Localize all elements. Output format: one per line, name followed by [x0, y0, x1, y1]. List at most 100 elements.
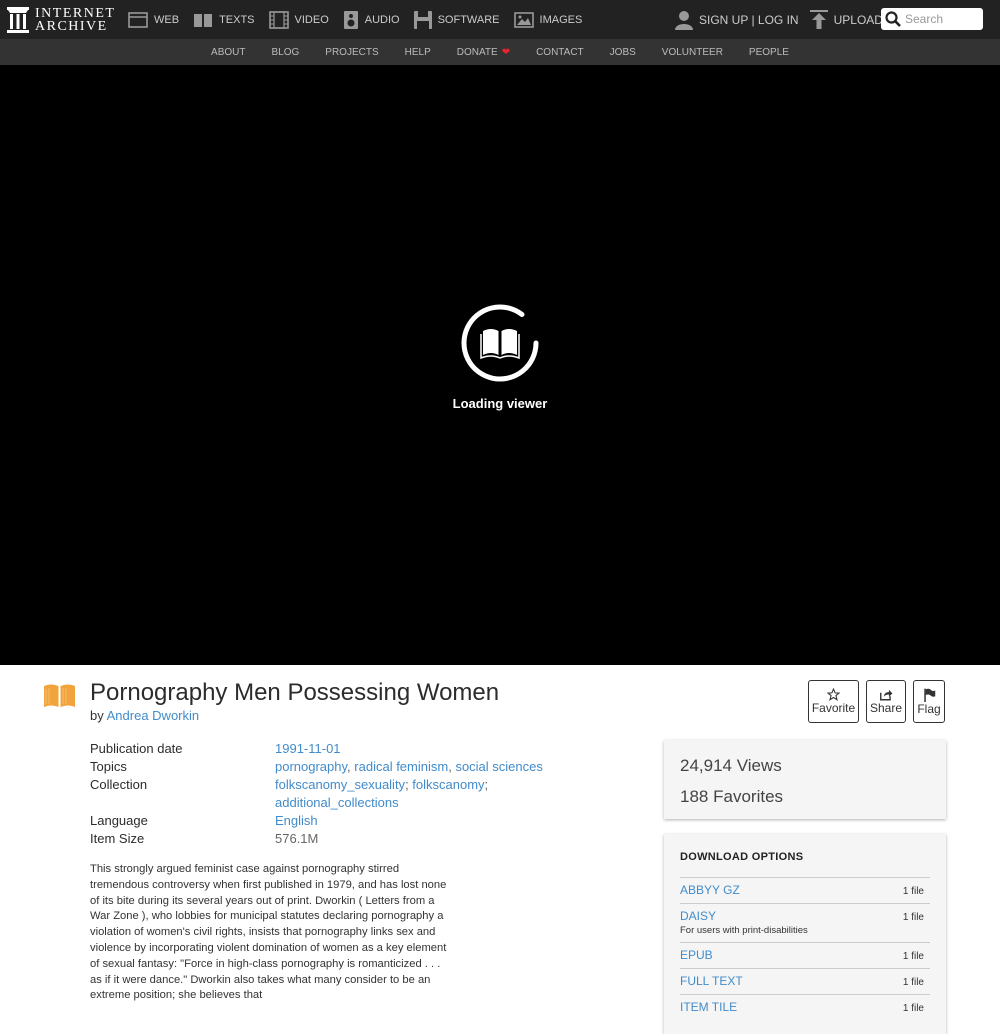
book-viewer[interactable]: Loading viewer — [0, 65, 1000, 665]
nav-web-label: WEB — [154, 13, 180, 26]
collection-label: Collection — [90, 777, 148, 792]
download-row: ABBYY GZ 1 file — [680, 877, 930, 903]
subnav-blog-label: BLOG — [271, 46, 300, 58]
subnav-about-label: ABOUT — [211, 46, 246, 58]
download-link[interactable]: DAISY — [680, 909, 930, 923]
file-count[interactable]: 1 file — [903, 886, 924, 897]
user-area: SIGN UP | LOG IN UPLOAD — [675, 0, 894, 39]
download-link[interactable]: FULL TEXT — [680, 974, 930, 988]
download-row: EPUB 1 file — [680, 942, 930, 968]
language-label: Language — [90, 813, 148, 828]
nav-texts-label: TEXTS — [219, 13, 255, 26]
internet-archive-logo[interactable]: INTERNET ARCHIVE — [7, 5, 115, 35]
flag-icon — [923, 688, 935, 702]
share-icon — [880, 689, 893, 701]
secondary-nav: ABOUT BLOG PROJECTS HELP DONATE ❤ CONTACT… — [0, 39, 1000, 65]
nav-images-label: IMAGES — [539, 13, 583, 26]
topic-link[interactable]: pornography — [275, 759, 347, 774]
meta-row-language: Language English — [90, 812, 570, 830]
subnav-contact-label: CONTACT — [536, 46, 584, 58]
topics-list: pornography, radical feminism, social sc… — [275, 759, 543, 774]
logo-line-2: ARCHIVE — [35, 19, 108, 34]
loading-text: Loading viewer — [452, 396, 548, 411]
nav-software[interactable]: SOFTWARE — [413, 10, 500, 29]
subnav-jobs[interactable]: JOBS — [610, 47, 636, 58]
subnav-about[interactable]: ABOUT — [211, 47, 245, 58]
subnav-contact[interactable]: CONTACT — [536, 47, 584, 58]
subnav-volunteer[interactable]: VOLUNTEER — [662, 47, 723, 58]
nav-video[interactable]: VIDEO — [268, 10, 329, 29]
download-link[interactable]: EPUB — [680, 948, 930, 962]
nav-web[interactable]: WEB — [128, 11, 180, 28]
search-box[interactable] — [881, 8, 983, 30]
favorites-count: 188 — [680, 787, 709, 806]
download-note: For users with print-disabilities — [680, 925, 808, 936]
file-count[interactable]: 1 file — [903, 951, 924, 962]
item-metadata: Publication date 1991-11-01 Topics porno… — [90, 740, 570, 848]
nav-images[interactable]: IMAGES — [513, 11, 583, 28]
nav-software-label: SOFTWARE — [437, 13, 500, 26]
download-row: FULL TEXT 1 file — [680, 968, 930, 994]
download-link[interactable]: ITEM TILE — [680, 1000, 930, 1014]
collection-link[interactable]: additional_collections — [275, 795, 399, 810]
media-menu: WEB TEXTS VIDEO AUDIO SOFTWARE IMAGES — [128, 0, 596, 39]
signup-login-label: SIGN UP | LOG IN — [699, 12, 799, 27]
topics-label: Topics — [90, 759, 127, 774]
flag-button[interactable]: Flag — [913, 680, 945, 723]
subnav-projects[interactable]: PROJECTS — [325, 47, 378, 58]
upload-label: UPLOAD — [833, 12, 883, 27]
texts-icon — [44, 684, 75, 707]
size-value: 576.1M — [275, 831, 319, 846]
favorite-label: Favorite — [811, 701, 856, 715]
share-label: Share — [869, 701, 903, 715]
favorite-button[interactable]: Favorite — [808, 680, 859, 723]
file-count[interactable]: 1 file — [903, 977, 924, 988]
byline-prefix: by — [90, 708, 104, 723]
upload-link[interactable]: UPLOAD — [809, 9, 883, 30]
audio-icon — [343, 10, 358, 29]
subnav-help[interactable]: HELP — [405, 47, 431, 58]
subnav-blog[interactable]: BLOG — [271, 47, 299, 58]
archive-building-icon — [7, 7, 29, 33]
subnav-jobs-label: JOBS — [609, 46, 636, 58]
search-input[interactable] — [905, 12, 983, 26]
subnav-people[interactable]: PEOPLE — [749, 47, 789, 58]
signup-login-link[interactable]: SIGN UP | LOG IN — [675, 10, 799, 30]
file-count[interactable]: 1 file — [903, 912, 924, 923]
subnav-donate[interactable]: DONATE ❤ — [457, 47, 510, 58]
images-icon — [513, 11, 534, 28]
texts-icon — [194, 13, 213, 27]
subnav-people-label: PEOPLE — [748, 46, 789, 58]
topic-link[interactable]: radical feminism — [354, 759, 448, 774]
collection-link[interactable]: folkscanomy — [412, 777, 484, 792]
size-label: Item Size — [90, 831, 145, 846]
collection-list: folkscanomy_sexuality; folkscanomy; addit… — [275, 777, 489, 810]
video-icon — [268, 10, 289, 29]
language-link[interactable]: English — [275, 812, 555, 830]
favorites-stat: 188 Favorites — [680, 781, 930, 812]
nav-audio[interactable]: AUDIO — [343, 10, 400, 29]
author-link[interactable]: Andrea Dworkin — [107, 708, 200, 723]
download-link[interactable]: ABBYY GZ — [680, 883, 930, 897]
subnav-volunteer-label: VOLUNTEER — [661, 46, 723, 58]
views-label: Views — [736, 756, 782, 775]
meta-row-size: Item Size 576.1M — [90, 830, 570, 848]
download-options: DOWNLOAD OPTIONS ABBYY GZ 1 file DAISY 1… — [664, 834, 946, 1034]
share-button[interactable]: Share — [866, 680, 906, 723]
search-icon — [885, 11, 901, 27]
views-stat: 24,914 Views — [680, 750, 930, 781]
action-buttons: Favorite Share Flag — [808, 680, 952, 723]
topic-link[interactable]: social sciences — [455, 759, 542, 774]
file-count[interactable]: 1 file — [903, 1003, 924, 1014]
subnav-help-label: HELP — [404, 46, 431, 58]
item-byline: by Andrea Dworkin — [90, 708, 199, 723]
open-book-icon — [480, 329, 520, 360]
download-heading: DOWNLOAD OPTIONS — [680, 851, 804, 863]
item-title: Pornography Men Possessing Women — [90, 679, 500, 706]
pubdate-link[interactable]: 1991-11-01 — [275, 740, 555, 758]
download-row: ITEM TILE 1 file — [680, 994, 930, 1020]
nav-audio-label: AUDIO — [364, 13, 400, 26]
flag-label: Flag — [917, 701, 941, 716]
collection-link[interactable]: folkscanomy_sexuality — [275, 777, 405, 792]
nav-texts[interactable]: TEXTS — [193, 12, 255, 28]
